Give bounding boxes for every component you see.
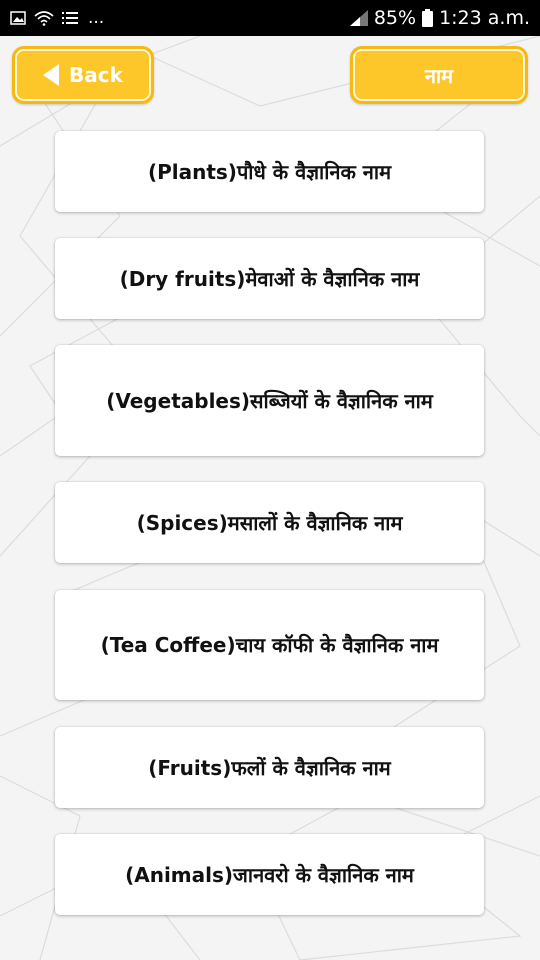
title-button[interactable]: नाम xyxy=(350,46,528,104)
list-item-plants[interactable]: (Plants)पौधे के वैज्ञानिक नाम xyxy=(55,131,484,212)
list-item-vegetables[interactable]: (Vegetables)सब्जियों के वैज्ञानिक नाम xyxy=(55,345,484,456)
back-arrow-icon xyxy=(43,64,60,86)
list-item-fruits[interactable]: (Fruits)फलों के वैज्ञानिक नाम xyxy=(55,727,484,808)
list-item-label: (Vegetables)सब्जियों के वैज्ञानिक नाम xyxy=(106,388,433,413)
status-right: 85% 1:23 a.m. xyxy=(349,7,530,29)
list-item-label: (Plants)पौधे के वैज्ञानिक नाम xyxy=(147,159,392,184)
battery-icon xyxy=(422,9,434,27)
list-item-dry-fruits[interactable]: (Dry fruits)मेवाओं के वैज्ञानिक नाम xyxy=(55,238,484,319)
status-left-icons: ... xyxy=(10,8,350,28)
list-notification-icon xyxy=(62,11,78,25)
wifi-question-icon xyxy=(34,10,54,26)
list-item-label: (Spices)मसालों के वैज्ञानिक नाम xyxy=(136,510,403,535)
back-button[interactable]: Back xyxy=(12,46,154,104)
battery-percent: 85% xyxy=(373,7,417,29)
more-notifications: ... xyxy=(88,8,105,28)
signal-icon xyxy=(349,10,368,26)
gallery-notification-icon xyxy=(10,11,26,25)
list-item-label: (Dry fruits)मेवाओं के वैज्ञानिक नाम xyxy=(119,266,420,291)
list-item-spices[interactable]: (Spices)मसालों के वैज्ञानिक नाम xyxy=(55,482,484,563)
list-item-label: (Fruits)फलों के वैज्ञानिक नाम xyxy=(148,755,391,780)
list-item-tea-coffee[interactable]: (Tea Coffee)चाय कॉफी के वैज्ञानिक नाम xyxy=(55,590,484,700)
list-item-label: (Tea Coffee)चाय कॉफी के वैज्ञानिक नाम xyxy=(100,633,439,657)
title-button-label: नाम xyxy=(424,63,454,88)
clock: 1:23 a.m. xyxy=(439,7,530,29)
list-item-label: (Animals)जानवरो के वैज्ञानिक नाम xyxy=(125,862,414,887)
back-button-label: Back xyxy=(69,63,123,87)
list-item-animals[interactable]: (Animals)जानवरो के वैज्ञानिक नाम xyxy=(55,834,484,915)
status-bar: ... 85% 1:23 a.m. xyxy=(0,0,540,36)
